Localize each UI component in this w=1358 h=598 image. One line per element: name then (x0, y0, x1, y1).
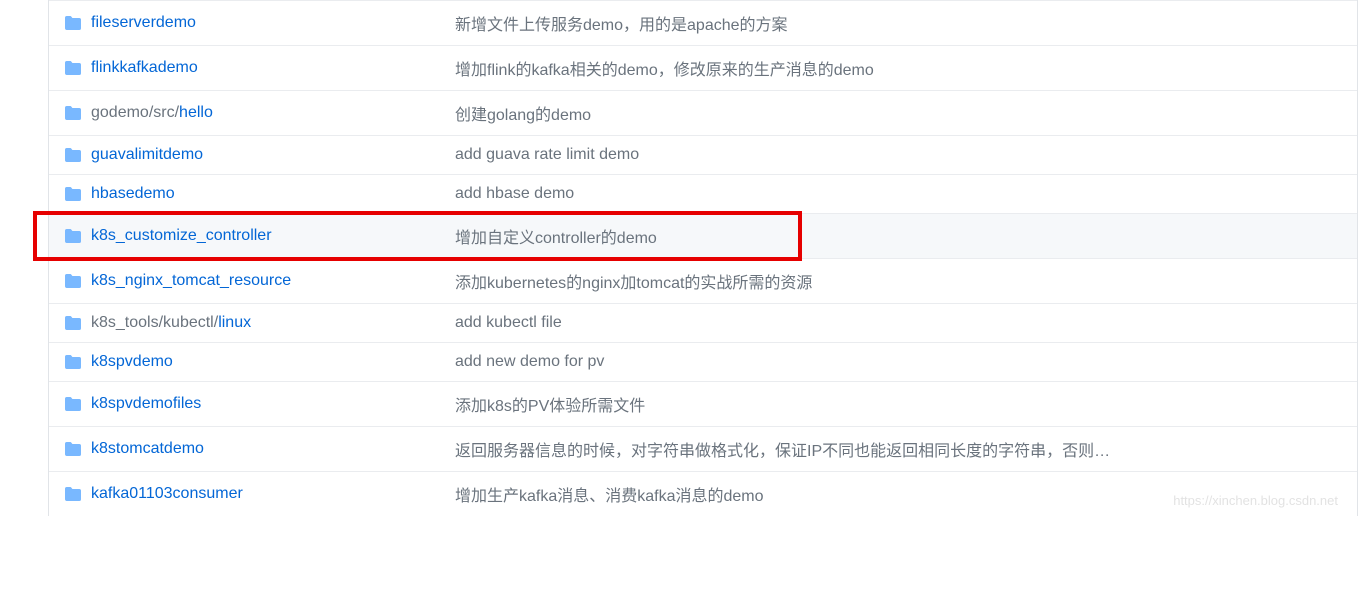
folder-icon (65, 186, 81, 202)
file-name-cell: kafka01103consumer (65, 485, 455, 503)
file-name-cell: guavalimitdemo (65, 146, 455, 164)
folder-icon (65, 441, 81, 457)
folder-icon (65, 486, 81, 502)
file-name-cell: k8s_nginx_tomcat_resource (65, 272, 455, 290)
file-row[interactable]: k8s_tools/kubectl/linux add kubectl file (49, 303, 1357, 342)
file-row[interactable]: flinkkafkademo 增加flink的kafka相关的demo，修改原来的… (49, 45, 1357, 90)
file-row[interactable]: kafka01103consumer增加生产kafka消息、消费kafka消息的… (49, 471, 1357, 516)
watermark: https://xinchen.blog.csdn.net (1173, 493, 1338, 508)
file-name-wrap: k8spvdemo (91, 353, 173, 371)
commit-message[interactable]: 新增文件上传服务demo，用的是apache的方案 (455, 11, 1341, 35)
commit-message[interactable]: add guava rate limit demo (455, 146, 1341, 164)
file-name-wrap: hbasedemo (91, 185, 175, 203)
commit-message[interactable]: 添加k8s的PV体验所需文件 (455, 392, 1341, 416)
file-name-wrap: k8stomcatdemo (91, 440, 204, 458)
file-link[interactable]: k8spvdemofiles (91, 395, 201, 412)
folder-icon (65, 315, 81, 331)
commit-message[interactable]: add kubectl file (455, 314, 1341, 332)
file-name-cell: k8s_customize_controller (65, 227, 455, 245)
commit-message[interactable]: 增加自定义controller的demo (455, 224, 1341, 248)
file-link[interactable]: k8stomcatdemo (91, 440, 204, 457)
file-link[interactable]: kafka01103consumer (91, 485, 243, 502)
folder-icon (65, 273, 81, 289)
file-link[interactable]: flinkkafkademo (91, 59, 198, 76)
path-prefix: godemo/src/ (91, 104, 179, 121)
file-link[interactable]: linux (218, 314, 251, 331)
folder-icon (65, 60, 81, 76)
commit-message[interactable]: add hbase demo (455, 185, 1341, 203)
file-list: fileserverdemo新增文件上传服务demo，用的是apache的方案f… (48, 0, 1358, 516)
file-row[interactable]: k8s_customize_controller 增加自定义controller的… (49, 213, 1357, 258)
folder-icon (65, 396, 81, 412)
path-prefix: k8s_tools/kubectl/ (91, 314, 218, 331)
commit-message[interactable]: 返回服务器信息的时候，对字符串做格式化，保证IP不同也能返回相同长度的字符串，否… (455, 437, 1341, 461)
folder-icon (65, 105, 81, 121)
file-row[interactable]: k8stomcatdemo 返回服务器信息的时候，对字符串做格式化，保证IP不同也… (49, 426, 1357, 471)
file-row[interactable]: k8spvdemofiles 添加k8s的PV体验所需文件 (49, 381, 1357, 426)
file-name-cell: k8spvdemo (65, 353, 455, 371)
file-name-wrap: kafka01103consumer (91, 485, 243, 503)
file-name-wrap: guavalimitdemo (91, 146, 203, 164)
file-name-cell: fileserverdemo (65, 14, 455, 32)
file-link[interactable]: k8s_nginx_tomcat_resource (91, 272, 291, 289)
file-name-wrap: k8s_nginx_tomcat_resource (91, 272, 291, 290)
commit-message[interactable]: 创建golang的demo (455, 101, 1341, 125)
file-row[interactable]: k8s_nginx_tomcat_resource 添加kubernetes的ng… (49, 258, 1357, 303)
folder-icon (65, 354, 81, 370)
file-link[interactable]: fileserverdemo (91, 14, 196, 31)
file-name-cell: k8spvdemofiles (65, 395, 455, 413)
file-link[interactable]: k8s_customize_controller (91, 227, 272, 244)
file-link[interactable]: hbasedemo (91, 185, 175, 202)
file-name-wrap: fileserverdemo (91, 14, 196, 32)
file-link[interactable]: k8spvdemo (91, 353, 173, 370)
file-row[interactable]: hbasedemo add hbase demo (49, 174, 1357, 213)
folder-icon (65, 228, 81, 244)
file-name-cell: godemo/src/hello (65, 104, 455, 122)
file-name-wrap: flinkkafkademo (91, 59, 198, 77)
commit-message[interactable]: 增加flink的kafka相关的demo，修改原来的生产消息的demo (455, 56, 1341, 80)
folder-icon (65, 15, 81, 31)
file-name-wrap: k8s_customize_controller (91, 227, 272, 245)
folder-icon (65, 147, 81, 163)
file-name-cell: k8stomcatdemo (65, 440, 455, 458)
file-name-cell: k8s_tools/kubectl/linux (65, 314, 455, 332)
commit-message[interactable]: add new demo for pv (455, 353, 1341, 371)
file-name-wrap: godemo/src/hello (91, 104, 213, 122)
commit-message[interactable]: 添加kubernetes的nginx加tomcat的实战所需的资源 (455, 269, 1341, 293)
file-name-wrap: k8s_tools/kubectl/linux (91, 314, 251, 332)
file-row[interactable]: fileserverdemo 新增文件上传服务demo，用的是apache的方案 (49, 0, 1357, 45)
file-name-cell: flinkkafkademo (65, 59, 455, 77)
file-name-cell: hbasedemo (65, 185, 455, 203)
file-link[interactable]: guavalimitdemo (91, 146, 203, 163)
file-row[interactable]: guavalimitdemo add guava rate limit demo (49, 135, 1357, 174)
file-link[interactable]: hello (179, 104, 213, 121)
file-row[interactable]: k8spvdemo add new demo for pv (49, 342, 1357, 381)
file-row[interactable]: godemo/src/hello 创建golang的demo (49, 90, 1357, 135)
file-name-wrap: k8spvdemofiles (91, 395, 201, 413)
